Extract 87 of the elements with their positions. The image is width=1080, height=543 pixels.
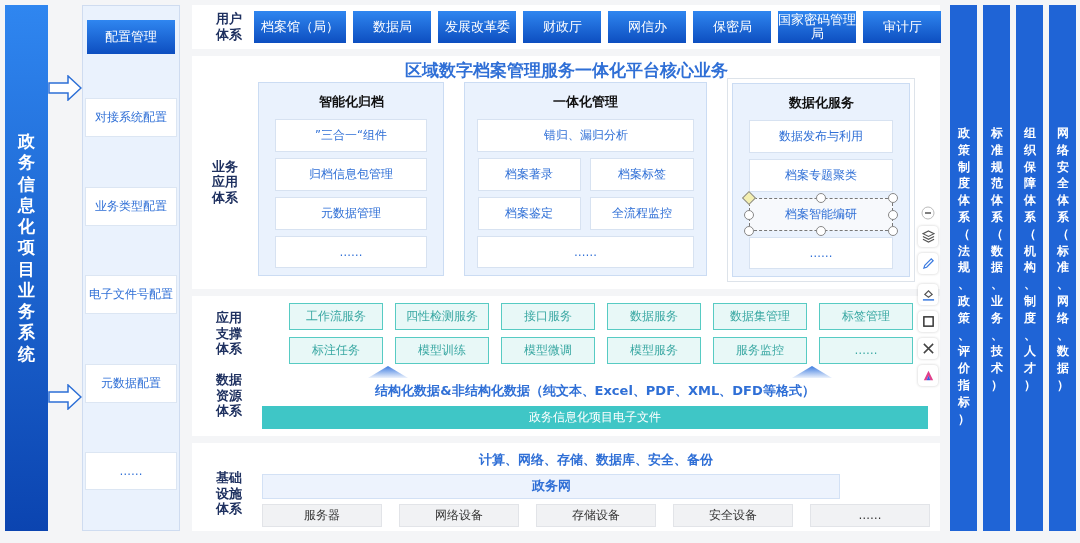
business-item[interactable]: 档案标签 bbox=[590, 158, 694, 191]
config-item: 对接系统配置 bbox=[85, 98, 177, 137]
selection-handle[interactable] bbox=[816, 193, 826, 203]
tools-button[interactable] bbox=[918, 338, 938, 359]
config-item: 元数据配置 bbox=[85, 363, 177, 403]
pen-icon bbox=[921, 257, 935, 270]
business-item[interactable]: …… bbox=[749, 237, 893, 269]
device-box: …… bbox=[810, 504, 930, 527]
support-service: 工作流服务 bbox=[289, 303, 383, 330]
business-item[interactable]: …… bbox=[275, 236, 427, 268]
electronic-files-bar: 政务信息化项目电子文件 bbox=[262, 406, 928, 429]
frame-icon bbox=[921, 315, 935, 328]
business-item[interactable]: 档案鉴定 bbox=[477, 197, 581, 230]
user-node: 财政厅 bbox=[523, 11, 601, 43]
paint-bucket-icon bbox=[921, 288, 935, 301]
support-service: 模型微调 bbox=[501, 337, 595, 364]
selection-handle[interactable] bbox=[888, 193, 898, 203]
pillar-title: 标准规范体系（数据、业务、技术） bbox=[990, 125, 1003, 394]
up-chevron-icon bbox=[368, 366, 408, 378]
right-arrow-icon bbox=[48, 75, 82, 101]
support-service: 服务监控 bbox=[713, 337, 807, 364]
user-node: 保密局 bbox=[693, 11, 771, 43]
selection-handle[interactable] bbox=[888, 226, 898, 236]
selection-handle[interactable] bbox=[744, 226, 754, 236]
business-item[interactable]: 全流程监控 bbox=[590, 197, 694, 230]
layer-label: 业务应用体系 bbox=[212, 158, 238, 206]
business-item[interactable]: 元数据管理 bbox=[275, 197, 427, 230]
support-service: 标签管理 bbox=[819, 303, 913, 330]
layers-button[interactable] bbox=[918, 226, 938, 247]
user-node: 发展改革委 bbox=[438, 11, 516, 43]
config-item: 电子文件号配置 bbox=[85, 275, 177, 314]
tools-icon bbox=[921, 342, 935, 355]
support-service: 模型训练 bbox=[395, 337, 489, 364]
support-service: 标注任务 bbox=[289, 337, 383, 364]
layer-label: 用户体系 bbox=[216, 11, 242, 43]
network-bar: 政务网 bbox=[262, 474, 840, 499]
config-title: 配置管理 bbox=[87, 20, 175, 54]
support-service: 接口服务 bbox=[501, 303, 595, 330]
business-item[interactable]: 档案智能编研 bbox=[749, 198, 893, 231]
pillar-title: 组织保障体系（机构、制度、人才） bbox=[1023, 125, 1036, 394]
config-item: 业务类型配置 bbox=[85, 186, 177, 226]
pen-button[interactable] bbox=[918, 253, 938, 274]
user-node: 数据局 bbox=[353, 11, 431, 43]
app-logo-button[interactable] bbox=[918, 365, 938, 386]
device-box: 网络设备 bbox=[399, 504, 519, 527]
user-node: 审计厅 bbox=[863, 11, 941, 43]
group-title: 一体化管理 bbox=[552, 93, 619, 111]
core-title: 区域数字档案管理服务一体化平台核心业务 bbox=[403, 60, 729, 82]
user-node: 国家密码管理局 bbox=[778, 11, 856, 43]
selection-handle[interactable] bbox=[744, 209, 754, 220]
data-formats-text: 结构化数据&非结构化数据（纯文本、Excel、PDF、XML、DFD等格式） bbox=[374, 382, 816, 400]
business-item[interactable]: 错归、漏归分析 bbox=[477, 119, 694, 152]
right-arrow-icon bbox=[48, 384, 82, 410]
pillar-title: 网络安全体系（标准、网络、数据） bbox=[1056, 125, 1069, 394]
app-logo-icon bbox=[921, 369, 935, 382]
support-service: 数据服务 bbox=[607, 303, 701, 330]
support-service: 数据集管理 bbox=[713, 303, 807, 330]
collapse-icon[interactable] bbox=[921, 206, 935, 220]
device-box: 服务器 bbox=[262, 504, 382, 527]
user-node: 档案馆（局） bbox=[254, 11, 346, 43]
infra-summary: 计算、网络、存储、数据库、安全、备份 bbox=[478, 451, 714, 469]
pillar-title: 政策制度体系（法规、政策、评价指标） bbox=[957, 125, 970, 428]
selection-handle[interactable] bbox=[888, 209, 898, 220]
business-item[interactable]: 数据发布与利用 bbox=[749, 120, 893, 153]
business-item[interactable]: 档案专题聚类 bbox=[749, 159, 893, 192]
group-title: 数据化服务 bbox=[787, 94, 855, 112]
device-box: 存储设备 bbox=[536, 504, 656, 527]
device-box: 安全设备 bbox=[673, 504, 793, 527]
selection-handle[interactable] bbox=[816, 226, 826, 236]
business-item[interactable]: ”三合一“组件 bbox=[275, 119, 427, 152]
business-item[interactable]: 归档信息包管理 bbox=[275, 158, 427, 191]
paint-bucket-button[interactable] bbox=[918, 284, 938, 305]
user-node: 网信办 bbox=[608, 11, 686, 43]
up-chevron-icon bbox=[792, 366, 832, 378]
business-item[interactable]: 档案著录 bbox=[477, 158, 581, 191]
layer-label: 应用支撑体系 bbox=[216, 310, 242, 357]
system-title: 政务信息化项目业务系统 bbox=[18, 131, 35, 365]
config-item: …… bbox=[85, 452, 177, 490]
layer-label: 数据资源体系 bbox=[216, 372, 242, 419]
layers-icon bbox=[921, 230, 935, 243]
business-item[interactable]: …… bbox=[477, 236, 694, 268]
layer-label: 基础设施体系 bbox=[216, 470, 242, 517]
support-service: …… bbox=[819, 337, 913, 364]
support-service: 模型服务 bbox=[607, 337, 701, 364]
frame-button[interactable] bbox=[918, 311, 938, 332]
group-title: 智能化归档 bbox=[317, 93, 385, 111]
support-service: 四性检测服务 bbox=[395, 303, 489, 330]
